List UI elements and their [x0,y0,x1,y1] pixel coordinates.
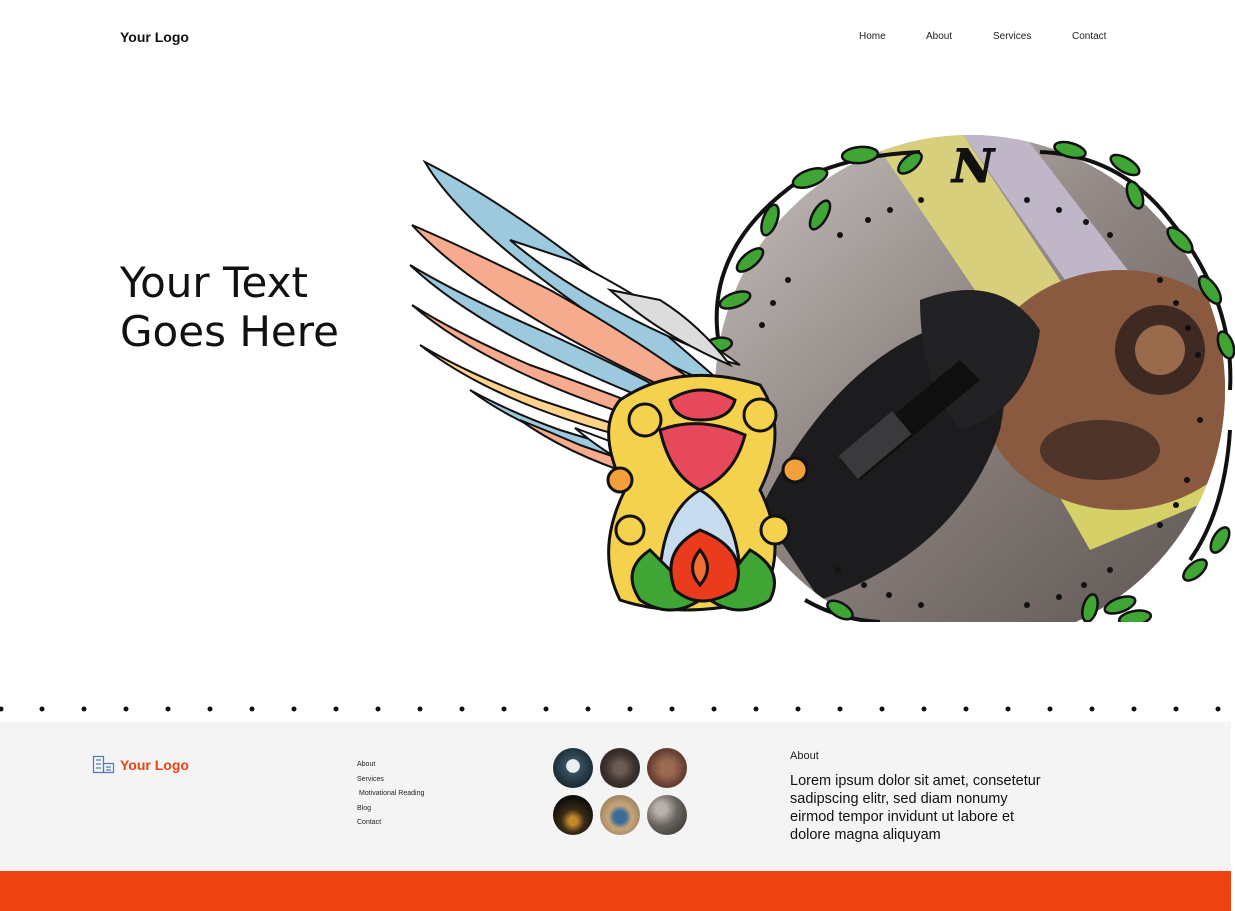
gallery-thumb[interactable] [553,748,593,788]
footer-about-title: About [790,750,819,762]
bottom-bar [0,871,1231,911]
gallery-thumb[interactable] [647,748,687,788]
footer-links: About Services Motivational Reading Blog… [357,758,424,831]
footer-about-text: Lorem ipsum dolor sit amet, consetetur s… [790,773,1041,843]
footer: Your Logo About Services Motivational Re… [0,722,1231,871]
footer-link-motivational-reading[interactable]: Motivational Reading [357,787,424,802]
hero-title: Your Text Goes Here [120,258,420,356]
footer-logo[interactable]: Your Logo [92,755,189,775]
dot-separator [0,706,1221,712]
emblem-letter: N [950,139,996,193]
gallery-thumb[interactable] [647,795,687,835]
gallery-thumb[interactable] [600,748,640,788]
building-icon [92,755,115,774]
main-nav: Home About Services Contact [0,31,1235,45]
nav-home[interactable]: Home [859,31,886,42]
photo-gallery [553,748,687,835]
tattoo-artwork-image: N [409,135,1235,622]
nav-services[interactable]: Services [993,31,1031,42]
footer-link-blog[interactable]: Blog [357,802,424,817]
hero-title-line-2: Goes Here [120,307,339,356]
footer-logo-text: Your Logo [120,757,189,773]
nav-about[interactable]: About [926,31,952,42]
nav-contact[interactable]: Contact [1072,31,1106,42]
hero-title-line-1: Your Text [120,258,308,307]
gallery-thumb[interactable] [600,795,640,835]
footer-link-services[interactable]: Services [357,773,424,788]
footer-link-about[interactable]: About [357,758,424,773]
footer-link-contact[interactable]: Contact [357,816,424,831]
gallery-thumb[interactable] [553,795,593,835]
